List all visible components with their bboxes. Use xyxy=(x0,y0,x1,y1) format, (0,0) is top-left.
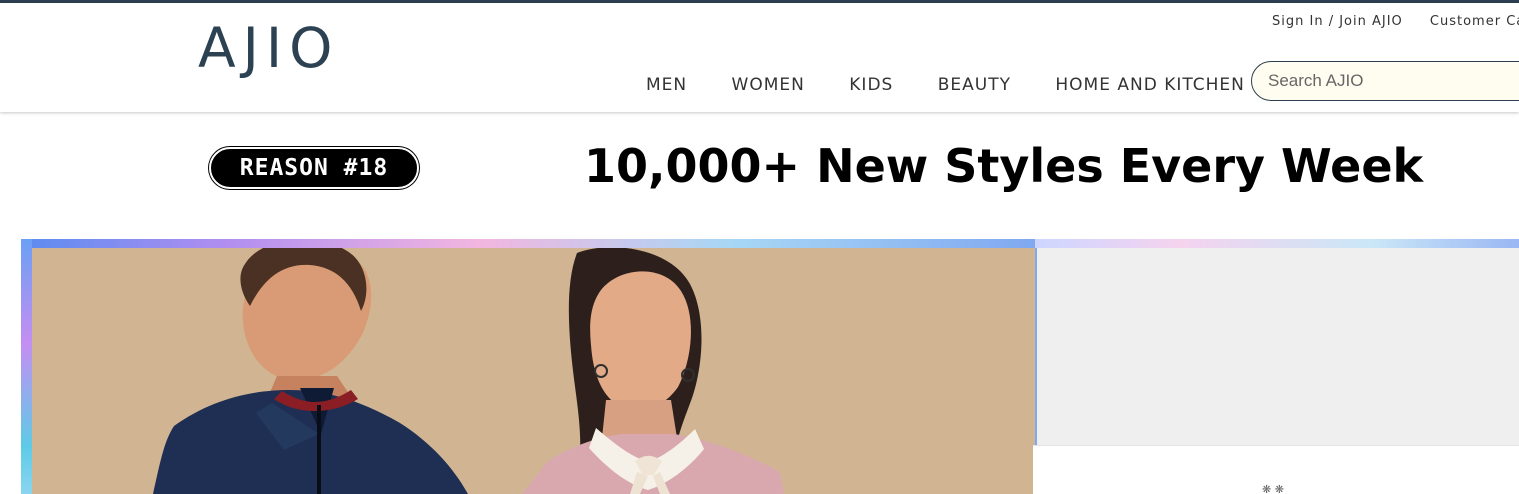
models-image xyxy=(32,248,1035,494)
nav-men[interactable]: MEN xyxy=(646,75,687,95)
customer-care-link[interactable]: Customer Care xyxy=(1430,14,1519,29)
right-top-strip xyxy=(1035,239,1519,248)
main-nav: MEN WOMEN KIDS BEAUTY HOME AND KITCHEN xyxy=(646,75,1283,95)
top-links: Sign In / Join AJIO Customer Care xyxy=(1272,14,1519,29)
hero-banner[interactable] xyxy=(32,248,1035,494)
hero-frame-side xyxy=(21,239,32,494)
search-input[interactable] xyxy=(1251,61,1519,101)
nav-women[interactable]: WOMEN xyxy=(732,75,805,95)
nav-kids[interactable]: KIDS xyxy=(849,75,893,95)
sign-in-link[interactable]: Sign In / Join AJIO xyxy=(1272,14,1403,29)
header: AJIO Sign In / Join AJIO Customer Care M… xyxy=(0,3,1519,112)
nav-beauty[interactable]: BEAUTY xyxy=(938,75,1011,95)
ajio-logo[interactable]: AJIO xyxy=(198,21,339,76)
reason-badge: REASON #18 xyxy=(209,147,419,189)
promo-tagline: 10,000+ New Styles Every Week xyxy=(584,139,1424,193)
page: AJIO Sign In / Join AJIO Customer Care M… xyxy=(0,0,1519,494)
right-promo-placeholder xyxy=(1037,248,1519,445)
nav-home-and-kitchen[interactable]: HOME AND KITCHEN xyxy=(1055,75,1244,95)
loading-indicator: ❋ ❋ xyxy=(1262,483,1284,494)
